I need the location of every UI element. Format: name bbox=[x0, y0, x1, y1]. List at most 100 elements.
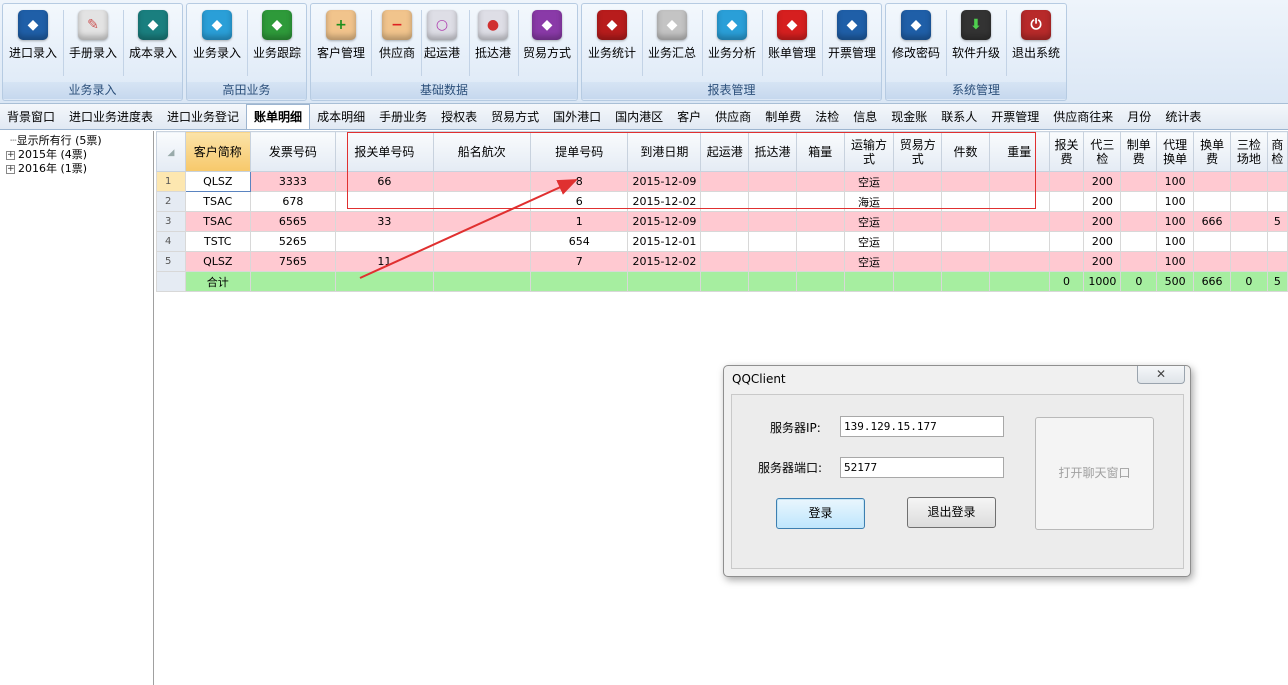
table-cell[interactable]: 200 bbox=[1083, 251, 1122, 272]
tab-18[interactable]: 供应商往来 bbox=[1046, 105, 1120, 129]
column-header[interactable]: 报关费 bbox=[1048, 131, 1085, 172]
table-cell[interactable]: 100 bbox=[1156, 231, 1195, 252]
table-cell[interactable]: 200 bbox=[1083, 191, 1122, 212]
table-cell[interactable]: 100 bbox=[1156, 191, 1195, 212]
table-row[interactable]: 4 TSTC 5265 654 2015-12-01 空运 200 100 bbox=[156, 231, 1288, 252]
table-cell[interactable]: 100 bbox=[1156, 251, 1195, 272]
tab-12[interactable]: 制单费 bbox=[758, 105, 808, 129]
open-chat-button[interactable]: 打开聊天窗口 bbox=[1035, 417, 1154, 530]
table-cell[interactable] bbox=[893, 211, 943, 232]
table-cell[interactable]: TSAC bbox=[184, 191, 251, 212]
manual-entry-button[interactable]: ✎ 手册录入 bbox=[64, 6, 122, 80]
login-button[interactable]: 登录 bbox=[776, 498, 865, 529]
column-header[interactable]: 重量 bbox=[988, 131, 1050, 172]
table-cell[interactable]: 空运 bbox=[843, 251, 895, 272]
table-cell[interactable] bbox=[988, 211, 1050, 232]
table-cell[interactable]: 1 bbox=[529, 211, 629, 232]
tab-6[interactable]: 授权表 bbox=[434, 105, 484, 129]
row-number[interactable]: 2 bbox=[156, 191, 186, 212]
table-cell[interactable]: TSTC bbox=[184, 231, 251, 252]
table-cell[interactable] bbox=[700, 191, 750, 212]
table-cell[interactable] bbox=[1120, 231, 1158, 252]
column-header[interactable]: 抵达港 bbox=[748, 131, 797, 172]
table-cell[interactable]: 空运 bbox=[843, 211, 895, 232]
table-cell[interactable] bbox=[432, 231, 532, 252]
table-cell[interactable] bbox=[941, 251, 990, 272]
tab-17[interactable]: 开票管理 bbox=[984, 105, 1046, 129]
table-cell[interactable] bbox=[748, 171, 797, 192]
table-cell[interactable] bbox=[1230, 211, 1268, 232]
table-cell[interactable] bbox=[795, 231, 845, 252]
column-header[interactable]: 客户简称 bbox=[184, 131, 251, 172]
table-cell[interactable]: 666 bbox=[1193, 211, 1232, 232]
server-port-field[interactable]: 52177 bbox=[840, 457, 1004, 478]
tab-9[interactable]: 国内港区 bbox=[608, 105, 670, 129]
expand-icon[interactable]: + bbox=[6, 164, 15, 174]
table-cell[interactable] bbox=[1120, 191, 1158, 212]
table-cell[interactable] bbox=[1230, 171, 1268, 192]
software-upgrade-button[interactable]: ⬇ 软件升级 bbox=[947, 6, 1005, 80]
business-summary-button[interactable]: ◆ 业务汇总 bbox=[643, 6, 701, 80]
table-cell[interactable]: 200 bbox=[1083, 171, 1122, 192]
tab-5[interactable]: 手册业务 bbox=[372, 105, 434, 129]
table-cell[interactable]: QLSZ bbox=[184, 171, 251, 192]
table-cell[interactable] bbox=[1193, 191, 1232, 212]
table-cell[interactable] bbox=[893, 171, 943, 192]
table-cell[interactable] bbox=[432, 251, 532, 272]
close-button[interactable]: ✕ bbox=[1137, 366, 1185, 384]
column-header[interactable]: 发票号码 bbox=[249, 131, 337, 172]
cost-entry-button[interactable]: ◆ 成本录入 bbox=[124, 6, 182, 80]
table-cell[interactable] bbox=[988, 191, 1050, 212]
table-row[interactable]: 3 TSAC 6565 33 1 2015-12-09 空运 200 100 666 5 bbox=[156, 211, 1288, 232]
table-cell[interactable] bbox=[988, 251, 1050, 272]
column-header[interactable]: 提单号码 bbox=[529, 131, 629, 172]
row-number[interactable]: 3 bbox=[156, 211, 186, 232]
bill-manage-button[interactable]: ◆ 账单管理 bbox=[763, 6, 821, 80]
table-cell[interactable]: 200 bbox=[1083, 231, 1122, 252]
table-cell[interactable]: 6565 bbox=[249, 211, 337, 232]
customer-manage-button[interactable]: + 客户管理 bbox=[312, 6, 370, 80]
row-number[interactable]: 1 bbox=[156, 171, 186, 192]
table-cell[interactable]: 33 bbox=[335, 211, 434, 232]
table-row[interactable]: 5 QLSZ 7565 11 7 2015-12-02 空运 200 100 bbox=[156, 251, 1288, 272]
tree-node-2015[interactable]: +2015年 (4票) bbox=[6, 148, 87, 161]
table-cell[interactable]: 6 bbox=[529, 191, 629, 212]
tab-15[interactable]: 现金账 bbox=[884, 105, 934, 129]
table-cell[interactable] bbox=[1120, 211, 1158, 232]
table-cell[interactable] bbox=[1048, 211, 1085, 232]
tab-10[interactable]: 客户 bbox=[670, 105, 708, 129]
import-entry-button[interactable]: ◆ 进口录入 bbox=[4, 6, 62, 80]
table-cell[interactable] bbox=[1048, 251, 1085, 272]
table-cell[interactable]: 7565 bbox=[249, 251, 337, 272]
table-cell[interactable]: 2015-12-09 bbox=[627, 171, 702, 192]
table-cell[interactable] bbox=[893, 251, 943, 272]
table-cell[interactable] bbox=[1120, 251, 1158, 272]
tab-2[interactable]: 进口业务登记 bbox=[160, 105, 246, 129]
table-cell[interactable]: 8 bbox=[529, 171, 629, 192]
table-cell[interactable]: 200 bbox=[1083, 211, 1122, 232]
table-cell[interactable]: 678 bbox=[249, 191, 337, 212]
column-header[interactable]: 贸易方式 bbox=[893, 131, 943, 172]
table-cell[interactable]: 100 bbox=[1156, 171, 1195, 192]
table-row[interactable]: 2 TSAC 678 6 2015-12-02 海运 200 100 bbox=[156, 191, 1288, 212]
tab-19[interactable]: 月份 bbox=[1120, 105, 1158, 129]
column-header[interactable]: 代三检 bbox=[1083, 131, 1122, 172]
table-cell[interactable] bbox=[1230, 191, 1268, 212]
arrival-port-button[interactable]: ● 抵达港 bbox=[467, 6, 519, 80]
table-cell[interactable] bbox=[700, 171, 750, 192]
table-cell[interactable] bbox=[748, 191, 797, 212]
row-number[interactable]: 4 bbox=[156, 231, 186, 252]
table-cell[interactable]: 2015-12-02 bbox=[627, 191, 702, 212]
table-cell[interactable] bbox=[1266, 171, 1288, 192]
table-cell[interactable] bbox=[748, 231, 797, 252]
table-cell[interactable] bbox=[1048, 231, 1085, 252]
table-cell[interactable] bbox=[941, 191, 990, 212]
table-cell[interactable] bbox=[432, 191, 532, 212]
table-cell[interactable] bbox=[1266, 231, 1288, 252]
table-cell[interactable]: 2015-12-01 bbox=[627, 231, 702, 252]
table-cell[interactable]: 5 bbox=[1266, 211, 1288, 232]
table-cell[interactable] bbox=[941, 231, 990, 252]
tab-13[interactable]: 法检 bbox=[808, 105, 846, 129]
table-cell[interactable]: 空运 bbox=[843, 171, 895, 192]
business-stats-button[interactable]: ◆ 业务统计 bbox=[583, 6, 641, 80]
